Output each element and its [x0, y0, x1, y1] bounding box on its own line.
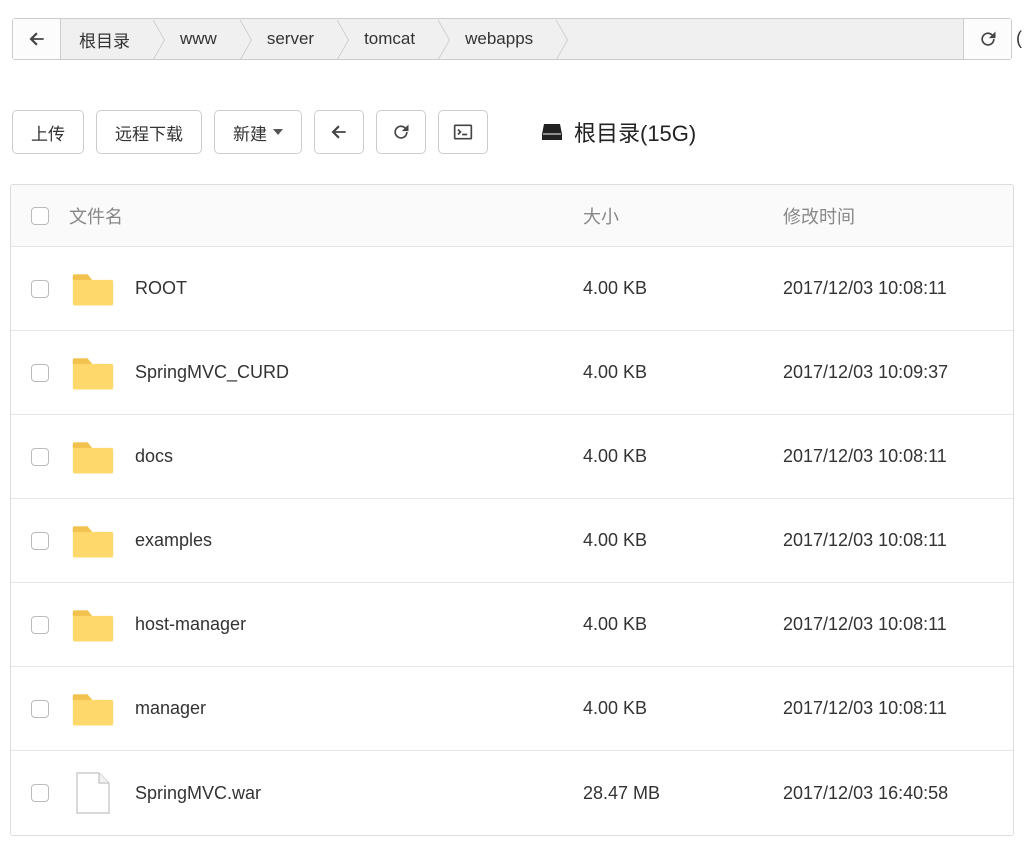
- breadcrumb-back-button[interactable]: [13, 19, 61, 59]
- upload-button-label: 上传: [31, 120, 65, 145]
- file-modified: 2017/12/03 10:08:11: [783, 278, 1013, 299]
- disk-info-label: 根目录(15G): [574, 116, 696, 148]
- arrow-left-icon: [329, 122, 349, 142]
- remote-download-button-label: 远程下载: [115, 120, 183, 145]
- folder-icon: [71, 353, 115, 393]
- file-name[interactable]: ROOT: [135, 278, 187, 299]
- folder-icon: [71, 521, 115, 561]
- row-checkbox[interactable]: [31, 280, 49, 298]
- table-row[interactable]: manager 4.00 KB2017/12/03 10:08:11: [11, 667, 1013, 751]
- row-checkbox[interactable]: [31, 532, 49, 550]
- file-icon: [74, 771, 112, 815]
- breadcrumb-item-label: 根目录: [79, 27, 130, 52]
- column-header-name[interactable]: 文件名: [69, 203, 583, 229]
- file-size: 4.00 KB: [583, 530, 783, 551]
- refresh-icon: [978, 29, 998, 49]
- breadcrumb-item[interactable]: webapps: [437, 19, 555, 59]
- table-row[interactable]: ROOT 4.00 KB2017/12/03 10:08:11: [11, 247, 1013, 331]
- column-header-modified[interactable]: 修改时间: [783, 203, 1013, 229]
- file-modified: 2017/12/03 10:08:11: [783, 530, 1013, 551]
- row-checkbox[interactable]: [31, 616, 49, 634]
- breadcrumb-item[interactable]: tomcat: [336, 19, 437, 59]
- folder-icon: [71, 605, 115, 645]
- caret-down-icon: [273, 127, 283, 137]
- new-button-label: 新建: [233, 120, 267, 145]
- table-row[interactable]: examples 4.00 KB2017/12/03 10:08:11: [11, 499, 1013, 583]
- refresh-icon: [391, 122, 411, 142]
- file-size: 4.00 KB: [583, 362, 783, 383]
- file-size: 28.47 MB: [583, 783, 783, 804]
- arrow-left-icon: [27, 29, 47, 49]
- breadcrumb: 根目录 www server tomcat webapps: [12, 18, 1012, 60]
- breadcrumb-item-label: www: [180, 29, 217, 49]
- file-size: 4.00 KB: [583, 446, 783, 467]
- folder-icon: [71, 689, 115, 729]
- table-row[interactable]: host-manager 4.00 KB2017/12/03 10:08:11: [11, 583, 1013, 667]
- file-size: 4.00 KB: [583, 278, 783, 299]
- file-name[interactable]: host-manager: [135, 614, 246, 635]
- row-checkbox[interactable]: [31, 448, 49, 466]
- toolbar-refresh-button[interactable]: [376, 110, 426, 154]
- file-name[interactable]: docs: [135, 446, 173, 467]
- breadcrumb-items: 根目录 www server tomcat webapps: [61, 19, 963, 59]
- row-checkbox[interactable]: [31, 700, 49, 718]
- breadcrumb-item[interactable]: 根目录: [61, 19, 152, 59]
- file-modified: 2017/12/03 10:08:11: [783, 698, 1013, 719]
- truncated-paren: (: [1016, 28, 1022, 49]
- terminal-icon: [453, 122, 473, 142]
- remote-download-button[interactable]: 远程下载: [96, 110, 202, 154]
- file-modified: 2017/12/03 10:08:11: [783, 446, 1013, 467]
- folder-icon: [71, 269, 115, 309]
- table-row[interactable]: docs 4.00 KB2017/12/03 10:08:11: [11, 415, 1013, 499]
- toolbar-back-button[interactable]: [314, 110, 364, 154]
- upload-button[interactable]: 上传: [12, 110, 84, 154]
- disk-info: 根目录(15G): [540, 116, 696, 148]
- breadcrumb-item-label: tomcat: [364, 29, 415, 49]
- file-size: 4.00 KB: [583, 614, 783, 635]
- column-header-size[interactable]: 大小: [583, 203, 783, 229]
- table-row[interactable]: SpringMVC.war 28.47 MB2017/12/03 16:40:58: [11, 751, 1013, 835]
- terminal-button[interactable]: [438, 110, 488, 154]
- file-size: 4.00 KB: [583, 698, 783, 719]
- file-modified: 2017/12/03 10:08:11: [783, 614, 1013, 635]
- select-all-checkbox[interactable]: [31, 207, 49, 225]
- breadcrumb-item-label: webapps: [465, 29, 533, 49]
- table-row[interactable]: SpringMVC_CURD 4.00 KB2017/12/03 10:09:37: [11, 331, 1013, 415]
- breadcrumb-item[interactable]: server: [239, 19, 336, 59]
- file-modified: 2017/12/03 16:40:58: [783, 783, 1013, 804]
- row-checkbox[interactable]: [31, 784, 49, 802]
- disk-icon: [540, 120, 564, 144]
- folder-icon: [71, 437, 115, 477]
- new-button[interactable]: 新建: [214, 110, 302, 154]
- row-checkbox[interactable]: [31, 364, 49, 382]
- file-table: 文件名 大小 修改时间 ROOT4.00 KB2017/12/03 10:08:…: [10, 184, 1014, 836]
- file-table-header: 文件名 大小 修改时间: [11, 185, 1013, 247]
- file-modified: 2017/12/03 10:09:37: [783, 362, 1013, 383]
- breadcrumb-item-label: server: [267, 29, 314, 49]
- breadcrumb-refresh-button[interactable]: [963, 19, 1011, 59]
- file-name[interactable]: manager: [135, 698, 206, 719]
- file-toolbar: 上传 远程下载 新建 根目录(15G): [12, 110, 1012, 154]
- file-name[interactable]: examples: [135, 530, 212, 551]
- file-name[interactable]: SpringMVC_CURD: [135, 362, 289, 383]
- breadcrumb-item[interactable]: www: [152, 19, 239, 59]
- file-name[interactable]: SpringMVC.war: [135, 783, 261, 804]
